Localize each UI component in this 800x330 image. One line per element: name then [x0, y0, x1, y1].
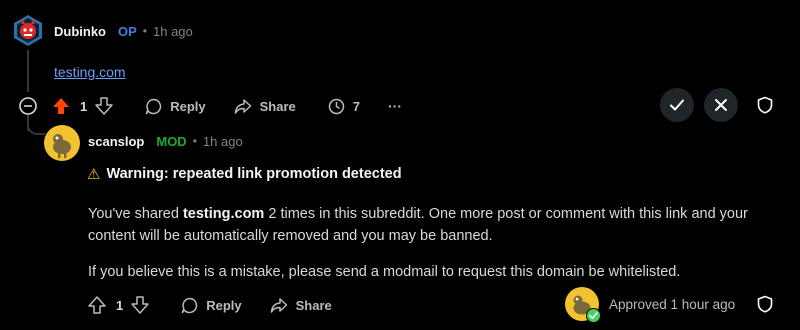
- comment-body: testing.com: [54, 64, 126, 82]
- timestamp[interactable]: 1h ago: [153, 24, 193, 39]
- share-button[interactable]: Share: [234, 98, 296, 115]
- warning-title: Warning: repeated link promotion detecte…: [106, 166, 402, 182]
- action-bar: 1 Reply Share 7 ···: [52, 96, 402, 116]
- author-name[interactable]: scanslop: [88, 134, 144, 149]
- mod-shield-button[interactable]: [757, 295, 773, 318]
- reply-icon: [145, 98, 162, 114]
- more-options-button[interactable]: ···: [388, 98, 402, 114]
- warning-heading: ⚠ Warning: repeated link promotion detec…: [87, 165, 402, 183]
- timestamp[interactable]: 1h ago: [203, 134, 243, 149]
- collapse-button[interactable]: [18, 96, 38, 116]
- upvote-active-icon: [53, 98, 69, 114]
- approved-check-icon: [586, 308, 601, 323]
- share-icon: [270, 297, 287, 313]
- reply-label: Reply: [170, 98, 206, 114]
- shield-icon: [757, 295, 773, 313]
- awards-count: 7: [352, 98, 361, 114]
- share-label: Share: [295, 297, 332, 313]
- action-bar: 1 Reply Share: [88, 295, 332, 315]
- downvote-button[interactable]: [131, 296, 149, 314]
- approve-button[interactable]: [660, 88, 694, 122]
- comment-op: Dubinko OP • 1h ago testing.com 1 Reply …: [0, 0, 800, 122]
- mod-shield-button[interactable]: [757, 96, 773, 119]
- downvote-button[interactable]: [95, 97, 113, 115]
- approver-avatar[interactable]: [565, 287, 601, 323]
- dubinko-avatar-icon: [14, 15, 42, 46]
- reply-icon: [181, 297, 198, 313]
- comment-paragraph-1: You've shared testing.com 2 times in thi…: [88, 203, 778, 247]
- upvote-button[interactable]: [88, 296, 106, 314]
- collapse-icon: [19, 97, 37, 115]
- downvote-icon: [95, 97, 113, 115]
- shield-icon: [757, 96, 773, 114]
- comment-header: scanslop MOD • 1h ago: [88, 132, 243, 150]
- comment-mod: scanslop MOD • 1h ago ⚠ Warning: repeate…: [0, 120, 800, 330]
- para1-prefix: You've shared: [88, 206, 183, 222]
- scanslop-avatar-icon: [44, 125, 80, 161]
- awards-button[interactable]: 7: [328, 98, 360, 115]
- downvote-icon: [131, 296, 149, 314]
- author-name[interactable]: Dubinko: [54, 24, 106, 39]
- para2-text: If you believe this is a mistake, please…: [88, 264, 681, 280]
- check-icon: [670, 99, 684, 111]
- close-icon: [715, 99, 727, 111]
- body-link[interactable]: testing.com: [54, 64, 126, 80]
- remove-button[interactable]: [704, 88, 738, 122]
- upvote-icon: [88, 296, 106, 314]
- comment-paragraph-2: If you believe this is a mistake, please…: [88, 261, 778, 283]
- reply-button[interactable]: Reply: [181, 297, 242, 314]
- op-badge: OP: [118, 23, 137, 39]
- mod-badge: MOD: [156, 133, 187, 149]
- share-icon: [234, 98, 251, 114]
- approved-text: Approved 1 hour ago: [609, 296, 736, 312]
- award-icon: [328, 98, 345, 114]
- warning-icon: ⚠: [87, 166, 101, 183]
- approval-status: Approved 1 hour ago: [565, 286, 736, 323]
- vote-count: 1: [116, 297, 124, 313]
- reply-label: Reply: [206, 297, 242, 313]
- comment-header: Dubinko OP • 1h ago: [54, 22, 193, 40]
- separator-dot: •: [142, 24, 147, 38]
- avatar[interactable]: [44, 125, 80, 161]
- reply-button[interactable]: Reply: [145, 98, 206, 115]
- share-button[interactable]: Share: [270, 297, 332, 314]
- upvote-button[interactable]: [52, 97, 70, 115]
- vote-count: 1: [80, 98, 88, 114]
- share-label: Share: [259, 98, 296, 114]
- separator-dot: •: [192, 134, 197, 148]
- avatar[interactable]: [11, 13, 45, 47]
- para1-domain: testing.com: [182, 206, 265, 222]
